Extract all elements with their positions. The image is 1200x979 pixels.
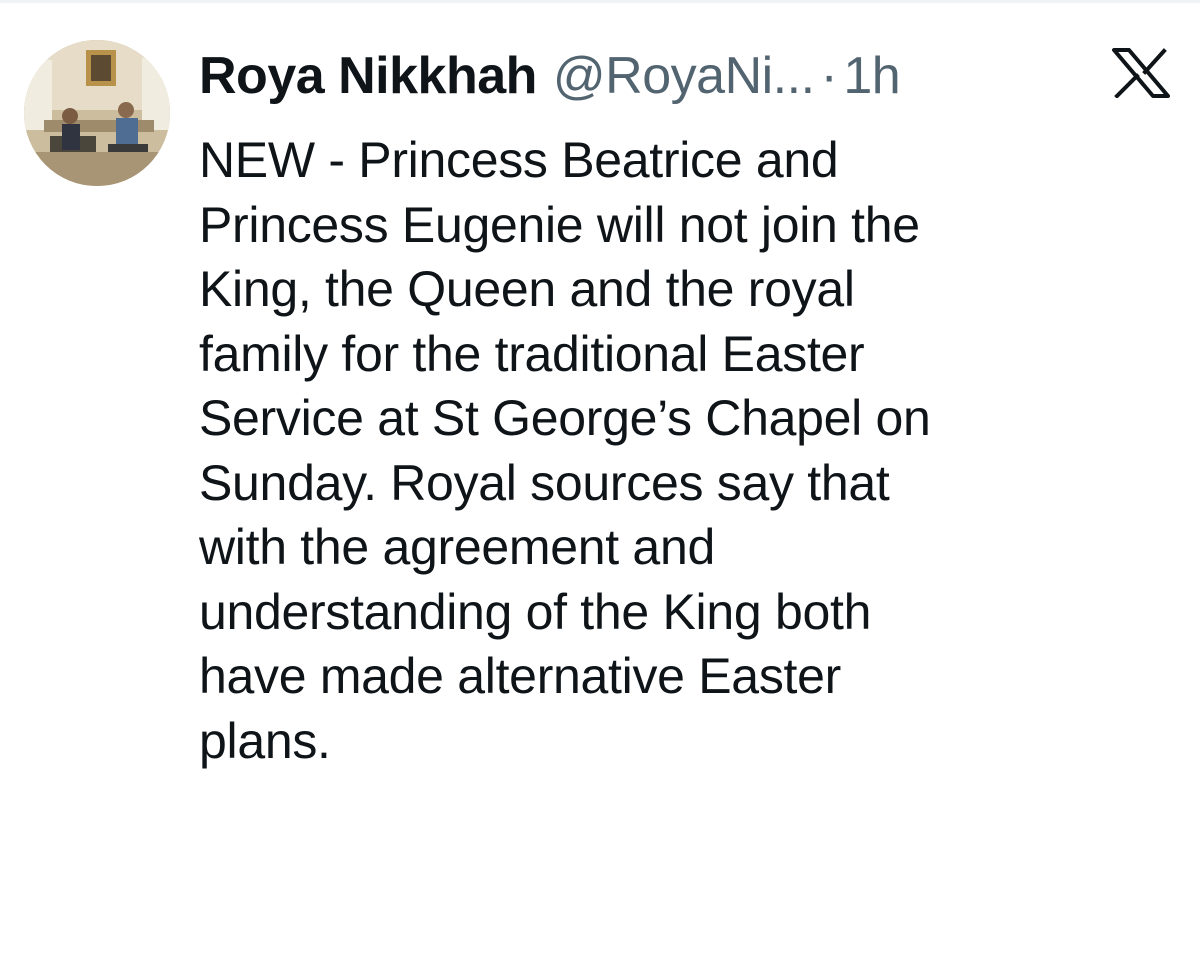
tweet-text: NEW - Princess Beatrice and Princess Eug… xyxy=(199,132,931,769)
timestamp[interactable]: 1h xyxy=(843,50,900,102)
tweet-card[interactable]: Roya Nikkhah @RoyaNi... · 1h NEW - Princ… xyxy=(0,0,1200,979)
tweet-header: Roya Nikkhah @RoyaNi... · 1h xyxy=(199,36,1049,116)
profile-photo-icon xyxy=(24,40,170,186)
avatar[interactable] xyxy=(24,40,170,186)
display-name[interactable]: Roya Nikkhah xyxy=(199,50,537,102)
user-handle[interactable]: @RoyaNi... xyxy=(553,50,815,102)
separator-dot: · xyxy=(820,47,838,105)
x-logo-icon[interactable] xyxy=(1112,48,1170,99)
